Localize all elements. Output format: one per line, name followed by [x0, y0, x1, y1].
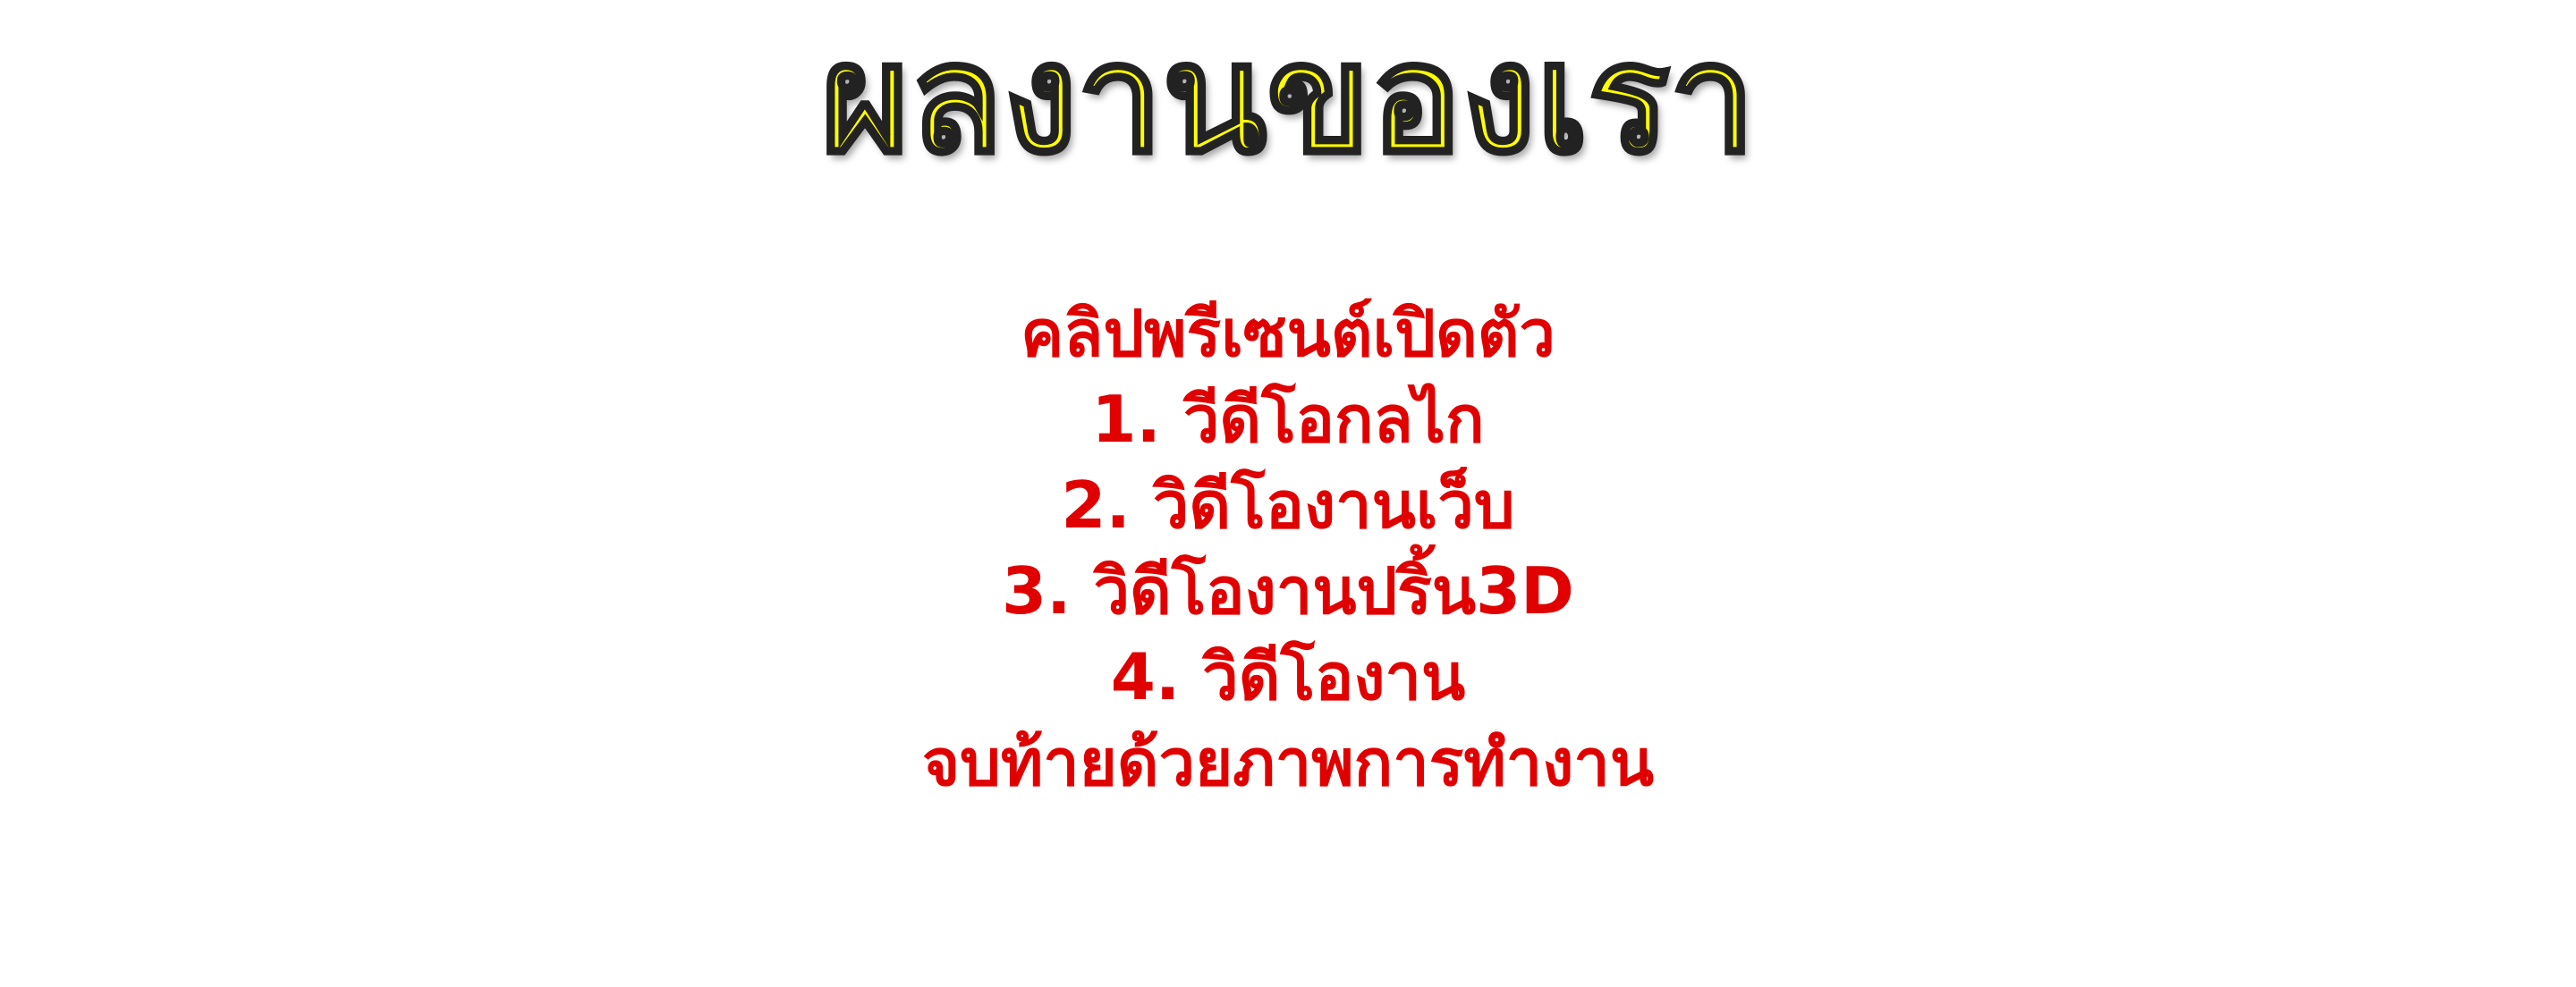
slide-canvas: ผลงานของเรา คลิปพรีเซนต์เปิดตัว 1. วีดีโ…: [0, 0, 2576, 987]
content-line-intro: คลิปพรีเซนต์เปิดตัว: [1021, 296, 1555, 371]
content-line-2: 2. วิดีโองานเว็บ: [1061, 468, 1515, 543]
content-line-3: 3. วิดีโองานปริ้น3D: [1002, 553, 1574, 628]
content-line-4: 4. วิดีโองาน: [1110, 639, 1466, 714]
slide-content: คลิปพรีเซนต์เปิดตัว 1. วีดีโอกลไก 2. วิด…: [0, 291, 2576, 806]
content-line-outro: จบท้ายด้วยภาพการทำงาน: [921, 725, 1655, 800]
content-line-1: 1. วีดีโอกลไก: [1091, 382, 1485, 457]
slide-title: ผลงานของเรา: [819, 11, 1758, 188]
